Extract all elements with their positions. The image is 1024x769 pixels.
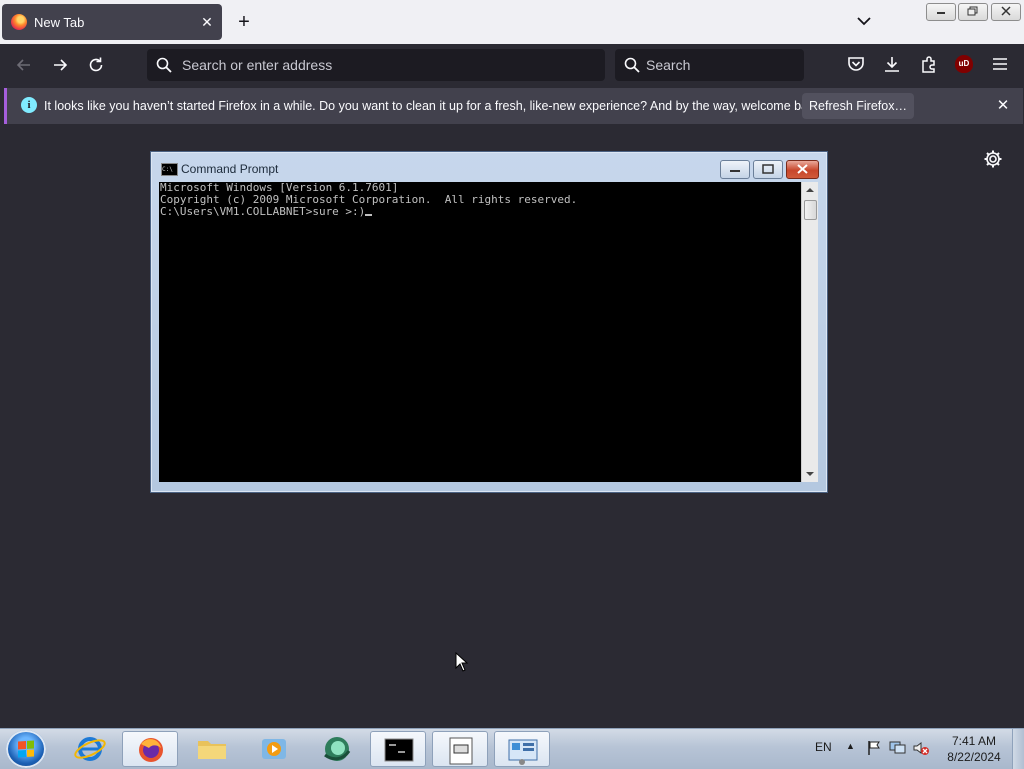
- cmd-maximize-button[interactable]: [753, 160, 783, 179]
- command-prompt-icon: C:\: [161, 163, 178, 176]
- console-prompt-line: C:\Users\VM1.COLLABNET>sure >:): [159, 206, 801, 218]
- firefox-icon: [11, 14, 27, 30]
- clock-date: 8/22/2024: [947, 750, 1001, 764]
- taskbar-media-player[interactable]: [246, 731, 302, 767]
- ublock-icon[interactable]: uD: [955, 55, 973, 73]
- action-center-flag-icon[interactable]: [866, 740, 882, 756]
- forward-icon[interactable]: [49, 54, 71, 76]
- new-tab-button[interactable]: +: [234, 12, 254, 32]
- command-prompt-window[interactable]: C:\ Command Prompt Microsoft Windows [Ve…: [150, 151, 828, 493]
- info-icon: i: [21, 97, 37, 113]
- notification-close-button[interactable]: ✕: [993, 96, 1013, 116]
- taskbar-internet-explorer[interactable]: [62, 731, 118, 767]
- window-minimize-button[interactable]: [926, 3, 956, 21]
- tab-new-tab[interactable]: New Tab ✕: [2, 4, 222, 40]
- scroll-thumb[interactable]: [804, 200, 817, 220]
- search-icon: [624, 57, 640, 73]
- window-restore-button[interactable]: [958, 3, 988, 21]
- taskbar-browser-app[interactable]: [308, 731, 364, 767]
- pocket-icon[interactable]: [846, 54, 866, 74]
- console-output[interactable]: Microsoft Windows [Version 6.1.7601] Cop…: [159, 182, 801, 482]
- refresh-firefox-button[interactable]: Refresh Firefox…: [802, 93, 914, 119]
- taskbar: EN ▲ 7:41 AM 8/22/2024: [0, 728, 1024, 769]
- search-input[interactable]: Search: [646, 57, 690, 73]
- scroll-up-arrow-icon[interactable]: [806, 188, 814, 192]
- tab-close-button[interactable]: ✕: [199, 14, 215, 30]
- text-cursor: [365, 214, 373, 216]
- volume-muted-icon[interactable]: [912, 740, 930, 756]
- vertical-scrollbar[interactable]: [801, 182, 818, 482]
- show-hidden-icons-button[interactable]: ▲: [846, 741, 855, 751]
- address-input[interactable]: Search or enter address: [182, 57, 332, 73]
- search-icon: [156, 57, 172, 73]
- system-clock[interactable]: 7:41 AM 8/22/2024: [934, 733, 1014, 765]
- back-icon[interactable]: [13, 54, 35, 76]
- network-icon[interactable]: [889, 740, 907, 756]
- tab-title: New Tab: [34, 15, 85, 30]
- taskbar-firefox[interactable]: [122, 731, 178, 767]
- refresh-firefox-notification: i It looks like you haven’t started Fire…: [4, 88, 1023, 124]
- extensions-icon[interactable]: [919, 54, 939, 74]
- start-button[interactable]: [6, 730, 46, 768]
- notification-message: It looks like you haven’t started Firefo…: [44, 99, 825, 113]
- tab-strip: New Tab ✕ +: [0, 0, 1024, 44]
- taskbar-control-panel[interactable]: [494, 731, 550, 767]
- taskbar-app-window[interactable]: [432, 731, 488, 767]
- scroll-down-arrow-icon[interactable]: [806, 472, 814, 476]
- taskbar-file-explorer[interactable]: [184, 731, 240, 767]
- cmd-close-button[interactable]: [786, 160, 819, 179]
- console-prompt-text: C:\Users\VM1.COLLABNET>sure >:): [160, 205, 366, 218]
- list-all-tabs-chevron-icon[interactable]: [855, 12, 873, 30]
- settings-icon[interactable]: [982, 148, 1004, 170]
- cmd-minimize-button[interactable]: [720, 160, 750, 179]
- show-desktop-button[interactable]: [1012, 729, 1024, 769]
- windows-logo-icon: [18, 740, 34, 758]
- taskbar-command-prompt[interactable]: [370, 731, 426, 767]
- navigation-toolbar: Search or enter address Search: [0, 44, 1024, 86]
- clock-time: 7:41 AM: [951, 734, 997, 748]
- menu-icon[interactable]: [990, 54, 1010, 74]
- address-bar[interactable]: Search or enter address: [147, 49, 605, 81]
- search-bar[interactable]: Search: [615, 49, 804, 81]
- window-title: Command Prompt: [181, 162, 279, 176]
- window-close-button[interactable]: [991, 3, 1021, 21]
- downloads-icon[interactable]: [882, 54, 902, 74]
- language-indicator[interactable]: EN: [815, 740, 832, 754]
- mouse-pointer-icon: [455, 652, 469, 672]
- reload-icon[interactable]: [85, 54, 107, 76]
